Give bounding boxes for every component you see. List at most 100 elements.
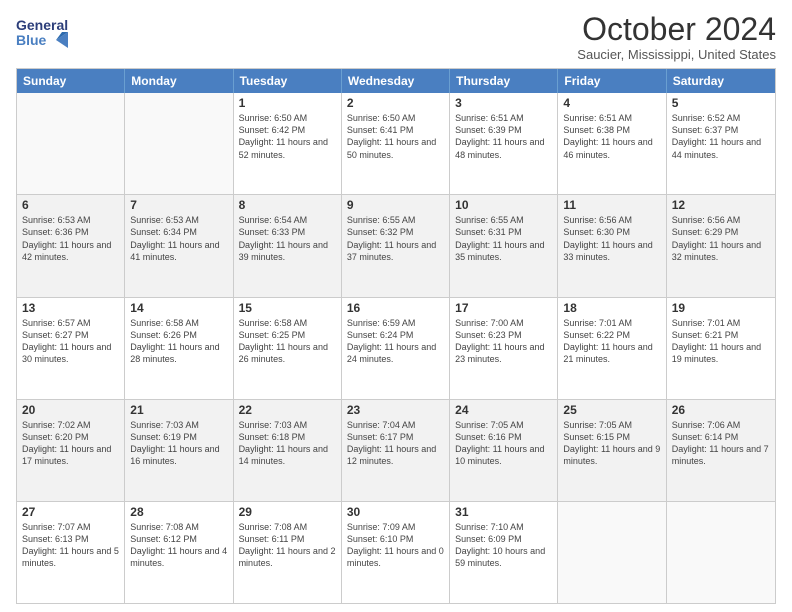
cell-info: Sunrise: 6:55 AM Sunset: 6:32 PM Dayligh…	[347, 214, 444, 263]
cell-info: Sunrise: 6:56 AM Sunset: 6:29 PM Dayligh…	[672, 214, 770, 263]
day-number: 17	[455, 301, 552, 315]
header-tuesday: Tuesday	[234, 69, 342, 93]
calendar-cell: 27Sunrise: 7:07 AM Sunset: 6:13 PM Dayli…	[17, 502, 125, 603]
calendar-body: 1 Sunrise: 6:50 AM Sunset: 6:42 PM Daylig…	[17, 93, 775, 603]
cell-info: Sunrise: 6:58 AM Sunset: 6:25 PM Dayligh…	[239, 317, 336, 366]
cell-info: Sunrise: 6:50 AM Sunset: 6:41 PM Dayligh…	[347, 112, 444, 161]
header-monday: Monday	[125, 69, 233, 93]
cell-info: Sunrise: 7:08 AM Sunset: 6:12 PM Dayligh…	[130, 521, 227, 570]
day-number: 15	[239, 301, 336, 315]
calendar-cell: 5Sunrise: 6:52 AM Sunset: 6:37 PM Daylig…	[667, 93, 775, 194]
day-number: 28	[130, 505, 227, 519]
calendar-row-3: 20 Sunrise: 7:02 AM Sunset: 6:20 PM Dayli…	[17, 399, 775, 501]
cell-info: Sunrise: 6:51 AM Sunset: 6:38 PM Dayligh…	[563, 112, 660, 161]
day-number: 3	[455, 96, 552, 110]
calendar-cell: 2Sunrise: 6:50 AM Sunset: 6:41 PM Daylig…	[342, 93, 450, 194]
calendar: Sunday Monday Tuesday Wednesday Thursday…	[16, 68, 776, 604]
calendar-cell: 11 Sunrise: 6:56 AM Sunset: 6:30 PM Dayli…	[558, 195, 666, 296]
cell-info: Sunrise: 7:00 AM Sunset: 6:23 PM Dayligh…	[455, 317, 552, 366]
calendar-cell: 7 Sunrise: 6:53 AM Sunset: 6:34 PM Daylig…	[125, 195, 233, 296]
day-number: 9	[347, 198, 444, 212]
day-number: 20	[22, 403, 119, 417]
day-number: 10	[455, 198, 552, 212]
day-number: 8	[239, 198, 336, 212]
calendar-cell: 12 Sunrise: 6:56 AM Sunset: 6:29 PM Dayli…	[667, 195, 775, 296]
svg-text:Blue: Blue	[16, 32, 47, 48]
calendar-cell: 22Sunrise: 7:03 AM Sunset: 6:18 PM Dayli…	[234, 400, 342, 501]
svg-text:General: General	[16, 17, 68, 33]
cell-info: Sunrise: 7:05 AM Sunset: 6:15 PM Dayligh…	[563, 419, 660, 468]
calendar-cell: 14Sunrise: 6:58 AM Sunset: 6:26 PM Dayli…	[125, 298, 233, 399]
calendar-row-0: 1 Sunrise: 6:50 AM Sunset: 6:42 PM Daylig…	[17, 93, 775, 194]
calendar-header: Sunday Monday Tuesday Wednesday Thursday…	[17, 69, 775, 93]
cell-info: Sunrise: 7:10 AM Sunset: 6:09 PM Dayligh…	[455, 521, 552, 570]
day-number: 24	[455, 403, 552, 417]
day-number: 4	[563, 96, 660, 110]
calendar-row-4: 27Sunrise: 7:07 AM Sunset: 6:13 PM Dayli…	[17, 501, 775, 603]
calendar-cell: 8 Sunrise: 6:54 AM Sunset: 6:33 PM Daylig…	[234, 195, 342, 296]
day-number: 22	[239, 403, 336, 417]
logo: General Blue	[16, 12, 68, 56]
logo-svg: General Blue	[16, 12, 68, 56]
calendar-cell: 20 Sunrise: 7:02 AM Sunset: 6:20 PM Dayli…	[17, 400, 125, 501]
cell-info: Sunrise: 6:53 AM Sunset: 6:34 PM Dayligh…	[130, 214, 227, 263]
day-number: 16	[347, 301, 444, 315]
month-title: October 2024	[577, 12, 776, 47]
cell-info: Sunrise: 7:01 AM Sunset: 6:21 PM Dayligh…	[672, 317, 770, 366]
calendar-cell: 19Sunrise: 7:01 AM Sunset: 6:21 PM Dayli…	[667, 298, 775, 399]
cell-info: Sunrise: 7:05 AM Sunset: 6:16 PM Dayligh…	[455, 419, 552, 468]
calendar-row-2: 13 Sunrise: 6:57 AM Sunset: 6:27 PM Dayli…	[17, 297, 775, 399]
calendar-cell	[558, 502, 666, 603]
cell-info: Sunrise: 6:57 AM Sunset: 6:27 PM Dayligh…	[22, 317, 119, 366]
cell-info: Sunrise: 7:08 AM Sunset: 6:11 PM Dayligh…	[239, 521, 336, 570]
header-wednesday: Wednesday	[342, 69, 450, 93]
day-number: 11	[563, 198, 660, 212]
page: General Blue October 2024 Saucier, Missi…	[0, 0, 792, 612]
calendar-cell: 6Sunrise: 6:53 AM Sunset: 6:36 PM Daylig…	[17, 195, 125, 296]
day-number: 23	[347, 403, 444, 417]
calendar-cell: 15 Sunrise: 6:58 AM Sunset: 6:25 PM Dayli…	[234, 298, 342, 399]
header-friday: Friday	[558, 69, 666, 93]
day-number: 29	[239, 505, 336, 519]
day-number: 7	[130, 198, 227, 212]
calendar-cell: 17 Sunrise: 7:00 AM Sunset: 6:23 PM Dayli…	[450, 298, 558, 399]
day-number: 18	[563, 301, 660, 315]
day-number: 1	[239, 96, 336, 110]
cell-info: Sunrise: 6:50 AM Sunset: 6:42 PM Dayligh…	[239, 112, 336, 161]
cell-info: Sunrise: 6:52 AM Sunset: 6:37 PM Dayligh…	[672, 112, 770, 161]
cell-info: Sunrise: 6:53 AM Sunset: 6:36 PM Dayligh…	[22, 214, 119, 263]
cell-info: Sunrise: 6:51 AM Sunset: 6:39 PM Dayligh…	[455, 112, 552, 161]
cell-info: Sunrise: 7:02 AM Sunset: 6:20 PM Dayligh…	[22, 419, 119, 468]
calendar-cell	[125, 93, 233, 194]
day-number: 30	[347, 505, 444, 519]
cell-info: Sunrise: 7:03 AM Sunset: 6:19 PM Dayligh…	[130, 419, 227, 468]
day-number: 25	[563, 403, 660, 417]
calendar-cell: 30Sunrise: 7:09 AM Sunset: 6:10 PM Dayli…	[342, 502, 450, 603]
cell-info: Sunrise: 7:01 AM Sunset: 6:22 PM Dayligh…	[563, 317, 660, 366]
calendar-row-1: 6Sunrise: 6:53 AM Sunset: 6:36 PM Daylig…	[17, 194, 775, 296]
calendar-cell: 24 Sunrise: 7:05 AM Sunset: 6:16 PM Dayli…	[450, 400, 558, 501]
calendar-cell: 18 Sunrise: 7:01 AM Sunset: 6:22 PM Dayli…	[558, 298, 666, 399]
calendar-cell: 29 Sunrise: 7:08 AM Sunset: 6:11 PM Dayli…	[234, 502, 342, 603]
day-number: 12	[672, 198, 770, 212]
cell-info: Sunrise: 6:56 AM Sunset: 6:30 PM Dayligh…	[563, 214, 660, 263]
cell-info: Sunrise: 7:04 AM Sunset: 6:17 PM Dayligh…	[347, 419, 444, 468]
cell-info: Sunrise: 6:59 AM Sunset: 6:24 PM Dayligh…	[347, 317, 444, 366]
calendar-cell: 10Sunrise: 6:55 AM Sunset: 6:31 PM Dayli…	[450, 195, 558, 296]
day-number: 13	[22, 301, 119, 315]
header-thursday: Thursday	[450, 69, 558, 93]
calendar-cell: 16 Sunrise: 6:59 AM Sunset: 6:24 PM Dayli…	[342, 298, 450, 399]
calendar-cell	[17, 93, 125, 194]
calendar-cell: 4 Sunrise: 6:51 AM Sunset: 6:38 PM Daylig…	[558, 93, 666, 194]
calendar-cell: 26Sunrise: 7:06 AM Sunset: 6:14 PM Dayli…	[667, 400, 775, 501]
location: Saucier, Mississippi, United States	[577, 47, 776, 62]
calendar-cell: 28 Sunrise: 7:08 AM Sunset: 6:12 PM Dayli…	[125, 502, 233, 603]
day-number: 27	[22, 505, 119, 519]
day-number: 21	[130, 403, 227, 417]
title-block: October 2024 Saucier, Mississippi, Unite…	[577, 12, 776, 62]
header-saturday: Saturday	[667, 69, 775, 93]
calendar-cell: 25 Sunrise: 7:05 AM Sunset: 6:15 PM Dayli…	[558, 400, 666, 501]
calendar-cell: 23 Sunrise: 7:04 AM Sunset: 6:17 PM Dayli…	[342, 400, 450, 501]
cell-info: Sunrise: 6:54 AM Sunset: 6:33 PM Dayligh…	[239, 214, 336, 263]
calendar-cell: 21 Sunrise: 7:03 AM Sunset: 6:19 PM Dayli…	[125, 400, 233, 501]
